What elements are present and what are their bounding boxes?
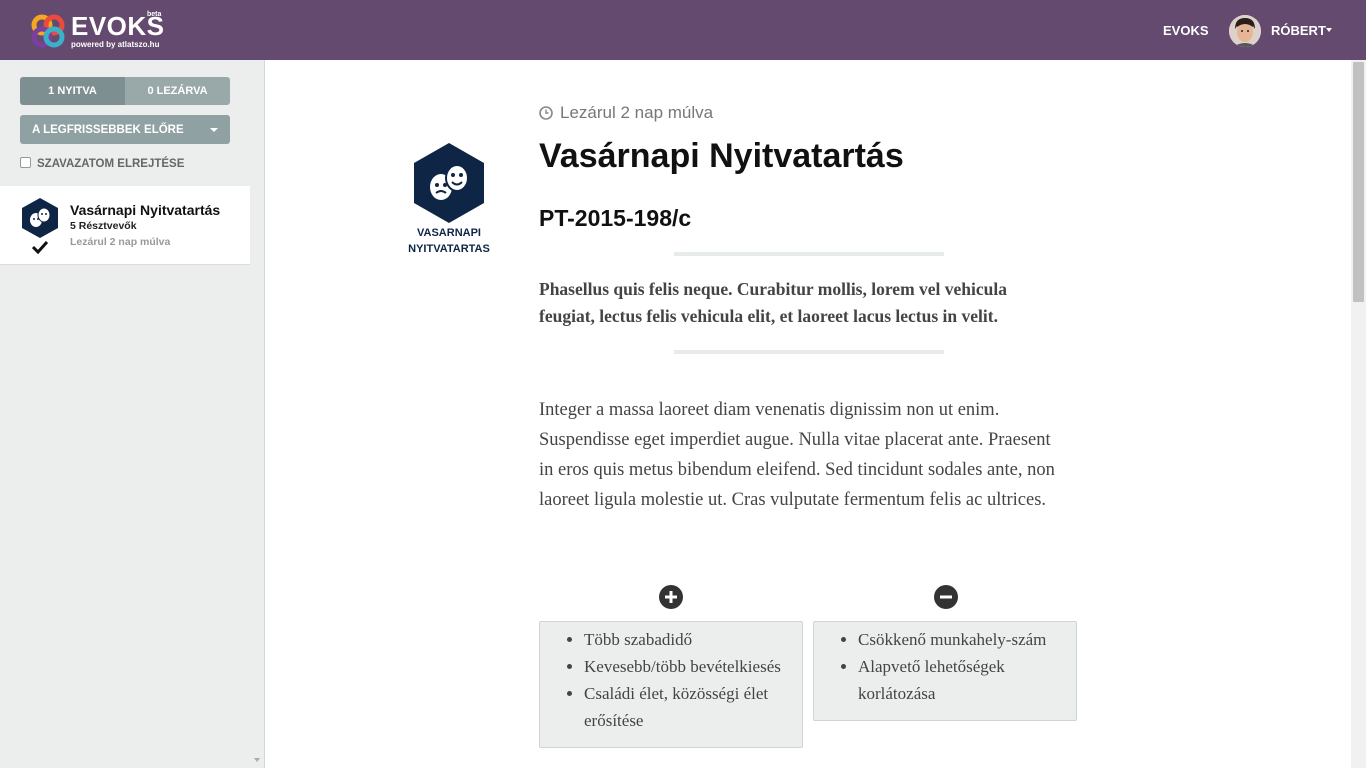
closes-info: Lezárul 2 nap múlva: [539, 103, 713, 123]
logo-mark-icon: [31, 14, 65, 48]
theater-masks-icon: [414, 143, 484, 223]
page-title: Vasárnapi Nyitvatartás: [539, 137, 904, 175]
sort-dropdown-label: A LEGFRISSEBBEK ELŐRE: [32, 123, 184, 136]
logo-subtitle: powered by atlatszo.hu: [71, 40, 160, 49]
pro-item: Családi élet, közösségi élet erősítése: [584, 680, 802, 734]
hide-vote-label: SZAVAZATOM ELREJTÉSE: [37, 158, 185, 170]
user-menu-name[interactable]: RÓBERT: [1271, 23, 1326, 38]
divider: [674, 350, 944, 354]
top-navbar: EVOKS beta powered by atlatszo.hu EVOKS …: [0, 0, 1366, 60]
body-paragraph: Integer a massa laoreet diam venenatis d…: [539, 400, 1055, 510]
pros-box: Több szabadidő Kevesebb/több bevételkies…: [539, 621, 803, 748]
user-avatar[interactable]: [1229, 15, 1261, 47]
minus-circle-icon: [934, 585, 958, 609]
closes-text: Lezárul 2 nap múlva: [560, 103, 714, 122]
lead-paragraph: Phasellus quis felis neque. Curabitur mo…: [539, 279, 1007, 326]
list-item-participants: 5 Résztvevők: [70, 220, 137, 232]
sidebar: 1 NYITVA 0 LEZÁRVA A LEGFRISSEBBEK ELŐRE…: [0, 60, 265, 768]
nav-link-evoks[interactable]: EVOKS: [1163, 23, 1209, 38]
evoks-logo[interactable]: EVOKS beta powered by atlatszo.hu: [31, 11, 171, 52]
hide-vote-checkbox[interactable]: [20, 156, 31, 168]
chevron-down-icon: [210, 128, 218, 132]
cons-box: Csökkenő munkahely-szám Alapvető lehetős…: [813, 621, 1077, 721]
voted-check-icon: [32, 240, 48, 254]
clock-icon: [539, 106, 553, 120]
pro-item: Több szabadidő: [584, 626, 802, 653]
tab-open[interactable]: 1 NYITVA: [20, 77, 125, 105]
status-tabs: 1 NYITVA 0 LEZÁRVA: [20, 77, 230, 105]
sidebar-scroll-down-icon[interactable]: [254, 758, 260, 762]
logo-beta: beta: [147, 11, 162, 18]
category-label: VASARNAPI NYITVATARTAS: [408, 227, 490, 255]
list-item-title: Vasárnapi Nyitvatartás: [70, 202, 221, 218]
tab-closed[interactable]: 0 LEZÁRVA: [125, 77, 230, 105]
list-item[interactable]: Vasárnapi Nyitvatartás 5 Résztvevők Lezá…: [0, 186, 250, 265]
user-menu-caret-icon[interactable]: [1326, 28, 1332, 32]
theater-masks-icon: [22, 198, 58, 238]
pro-item: Kevesebb/több bevételkiesés: [584, 653, 802, 680]
con-item: Alapvető lehetőségek korlátozása: [858, 653, 1076, 707]
divider: [674, 252, 944, 256]
scrollbar-thumb[interactable]: [1353, 62, 1364, 302]
con-item: Csökkenő munkahely-szám: [858, 626, 1076, 653]
proposal-code: PT-2015-198/c: [539, 205, 692, 231]
plus-circle-icon: [659, 585, 683, 609]
hide-vote-option[interactable]: SZAVAZATOM ELREJTÉSE: [20, 156, 185, 170]
sort-dropdown[interactable]: A LEGFRISSEBBEK ELŐRE: [20, 115, 230, 144]
avatar-icon: [1229, 15, 1261, 47]
list-item-closes: Lezárul 2 nap múlva: [70, 236, 171, 248]
